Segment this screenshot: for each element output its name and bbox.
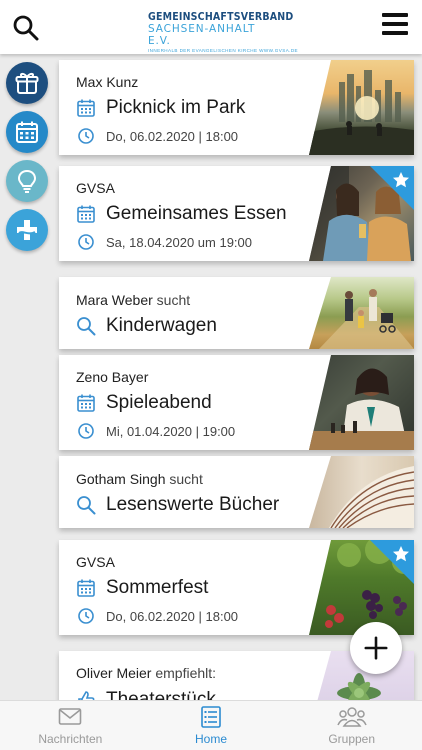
search-icon: [77, 317, 96, 336]
calendar-icon: [77, 205, 95, 223]
card-author: Zeno Bayer: [76, 369, 149, 385]
feed-card-search[interactable]: Mara Weber sucht Kinderwagen: [59, 277, 414, 349]
nav-messages[interactable]: Nachrichten: [0, 701, 141, 750]
group-icon: [336, 707, 367, 727]
plus-icon: [364, 636, 388, 660]
nav-label: Gruppen: [328, 732, 376, 746]
card-author: GVSA: [76, 554, 115, 570]
card-title: Kinderwagen: [106, 315, 217, 336]
card-title: Gemeinsames Essen: [106, 203, 287, 224]
logo-line-1: GEMEINSCHAFTSVERBAND: [148, 11, 294, 23]
hamburger-menu-icon[interactable]: [382, 13, 408, 37]
calendar-icon: [77, 579, 95, 597]
clock-icon: [78, 128, 94, 144]
clock-icon: [78, 234, 94, 250]
app-header: GEMEINSCHAFTSVERBAND SACHSEN-ANHALT E.V.…: [0, 0, 422, 54]
card-title: Sommerfest: [106, 577, 209, 598]
logo-line-2: SACHSEN-ANHALT E.V.: [148, 23, 256, 47]
nav-home[interactable]: Home: [141, 701, 282, 750]
favorite-star-icon[interactable]: [370, 540, 414, 584]
card-title: Picknick im Park: [106, 97, 246, 118]
feed-card-search[interactable]: Gotham Singh sucht Lesenswerte Bücher: [59, 456, 414, 528]
home-list-icon: [201, 706, 221, 728]
home-feed[interactable]: Max Kunz Picknick im Park Do, 06.02.2020…: [0, 54, 422, 700]
card-date: Do, 06.02.2020 | 18:00: [106, 128, 239, 144]
bottom-navigation: Nachrichten Home Gruppen: [0, 700, 422, 750]
clock-icon: [78, 423, 94, 439]
search-icon: [13, 15, 39, 41]
feed-card-event[interactable]: GVSA Gemeinsames Essen Sa, 18.04.2020 um…: [59, 166, 414, 261]
clock-icon: [78, 608, 94, 624]
card-date: Do, 06.02.2020 | 18:00: [106, 608, 239, 624]
calendar-icon: [77, 394, 95, 412]
card-author: GVSA: [76, 180, 115, 196]
logo-line-3: INNERHALB DER EVANGELISCHEN KIRCHE WWW.G…: [148, 48, 299, 53]
search-button[interactable]: [12, 14, 40, 42]
family-walk-photo: [309, 277, 414, 349]
card-verb: empfiehlt:: [155, 665, 217, 681]
nav-label: Home: [195, 732, 228, 746]
feed-card-event[interactable]: GVSA Sommerfest Do, 06.02.2020 | 18:00: [59, 540, 414, 635]
envelope-icon: [59, 708, 82, 725]
card-date: Mi, 01.04.2020 | 19:00: [106, 423, 236, 439]
search-icon: [77, 496, 96, 515]
organization-logo[interactable]: GEMEINSCHAFTSVERBAND SACHSEN-ANHALT E.V.…: [148, 11, 299, 54]
card-title: Theaterstück: [106, 689, 216, 700]
card-author: Gotham Singh sucht: [76, 471, 203, 487]
card-title: Lesenswerte Bücher: [106, 494, 280, 515]
favorite-star-icon[interactable]: [370, 166, 414, 210]
calendar-icon: [77, 99, 95, 117]
card-verb: sucht: [156, 292, 191, 308]
card-title: Spieleabend: [106, 392, 212, 413]
add-post-button[interactable]: [350, 622, 402, 674]
feed-card-event[interactable]: Max Kunz Picknick im Park Do, 06.02.2020…: [59, 60, 414, 155]
card-verb: sucht: [169, 471, 203, 487]
board-game-photo: [309, 355, 414, 450]
nav-groups[interactable]: Gruppen: [281, 701, 422, 750]
picnic-park-photo: [309, 60, 414, 155]
card-author: Oliver Meier empfiehlt:: [76, 665, 217, 681]
card-author: Mara Weber sucht: [76, 292, 191, 308]
card-author: Max Kunz: [76, 74, 139, 90]
feed-card-event[interactable]: Zeno Bayer Spieleabend Mi, 01.04.2020 | …: [59, 355, 414, 450]
open-book-photo: [309, 456, 414, 528]
card-date: Sa, 18.04.2020 um 19:00: [106, 234, 253, 250]
nav-label: Nachrichten: [38, 732, 103, 746]
thumbs-up-icon: [78, 691, 95, 700]
